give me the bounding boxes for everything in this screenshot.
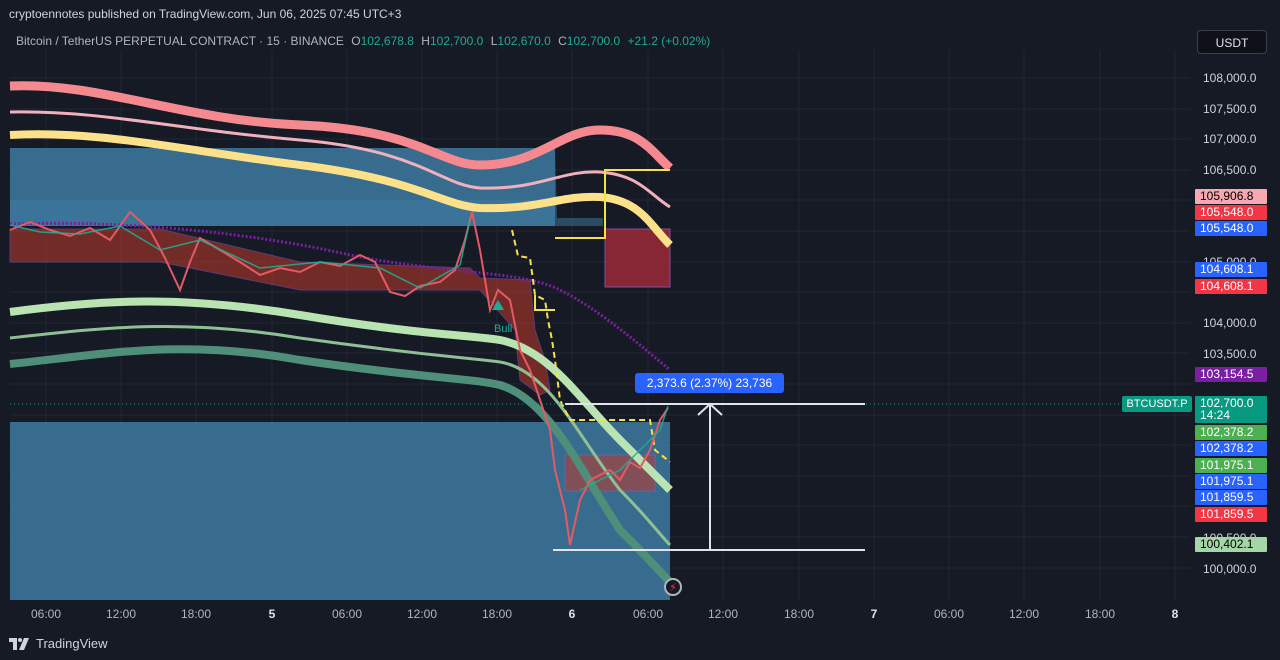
lightning-icon[interactable]: ⚡ <box>664 578 682 596</box>
time-tick: 6 <box>568 607 576 621</box>
price-label: 104,608.1 <box>1195 279 1267 294</box>
price-tick: 106,500.0 <box>1203 163 1257 177</box>
price-label: 101,975.1 <box>1195 458 1267 473</box>
price-tick: 107,500.0 <box>1203 102 1257 116</box>
change-value: +21.2 (+0.02%) <box>627 34 711 48</box>
price-tick: 103,500.0 <box>1203 347 1257 361</box>
price-label: 103,154.5 <box>1195 367 1267 382</box>
price-label: 100,402.1 <box>1195 537 1267 552</box>
time-tick: 06:00 <box>30 607 62 621</box>
publisher-text: cryptoennotes published on TradingView.c… <box>9 7 402 21</box>
time-tick: 06:00 <box>933 607 965 621</box>
brand-name: TradingView <box>36 636 108 651</box>
measure-label[interactable]: 2,373.6 (2.37%) 23,736 <box>635 373 784 393</box>
tradingview-logo: TradingView <box>9 636 108 651</box>
time-tick: 06:00 <box>632 607 664 621</box>
low-value: 102,670.0 <box>497 34 551 48</box>
price-label: 101,859.5 <box>1195 490 1267 505</box>
footer-bar <box>0 632 1280 660</box>
high-value: 102,700.0 <box>429 34 484 48</box>
time-tick: 12:00 <box>1008 607 1040 621</box>
close-value: 102,700.0 <box>566 34 621 48</box>
price-label: 104,608.1 <box>1195 262 1267 277</box>
price-tick: 100,000.0 <box>1203 562 1257 576</box>
time-tick: 8 <box>1171 607 1179 621</box>
symbol-tag: BTCUSDT.P <box>1122 396 1192 412</box>
price-label: 101,975.1 <box>1195 474 1267 489</box>
tradingview-logo-icon <box>9 637 29 650</box>
time-tick: 7 <box>870 607 878 621</box>
price-label: 101,859.5 <box>1195 507 1267 522</box>
time-tick: 18:00 <box>1084 607 1116 621</box>
chart-canvas[interactable] <box>0 28 1280 632</box>
time-tick: 18:00 <box>783 607 815 621</box>
bull-signal-label: Bull <box>494 323 513 335</box>
price-label: 105,906.8 <box>1195 189 1267 204</box>
time-tick: 12:00 <box>707 607 739 621</box>
time-tick: 18:00 <box>180 607 212 621</box>
price-tick: 108,000.0 <box>1203 71 1257 85</box>
price-tick: 104,000.0 <box>1203 316 1257 330</box>
price-label: 102,378.2 <box>1195 441 1267 456</box>
time-tick: 12:00 <box>105 607 137 621</box>
publisher-bar: cryptoennotes published on TradingView.c… <box>0 0 1280 28</box>
price-label: 14:24 <box>1195 408 1267 423</box>
price-label: 102,378.2 <box>1195 425 1267 440</box>
open-label: O <box>351 34 361 48</box>
symbol-name: Bitcoin / TetherUS PERPETUAL CONTRACT · … <box>16 34 344 48</box>
price-tick: 107,000.0 <box>1203 132 1257 146</box>
time-tick: 12:00 <box>406 607 438 621</box>
time-tick: 18:00 <box>481 607 513 621</box>
price-label: 105,548.0 <box>1195 205 1267 220</box>
time-tick: 06:00 <box>331 607 363 621</box>
price-label: 105,548.0 <box>1195 221 1267 236</box>
high-label: H <box>421 34 430 48</box>
close-label: C <box>558 34 567 48</box>
open-value: 102,678.8 <box>360 34 414 48</box>
symbol-legend: Bitcoin / TetherUS PERPETUAL CONTRACT · … <box>16 34 710 48</box>
chart-pane[interactable] <box>0 28 1280 632</box>
time-tick: 5 <box>268 607 276 621</box>
